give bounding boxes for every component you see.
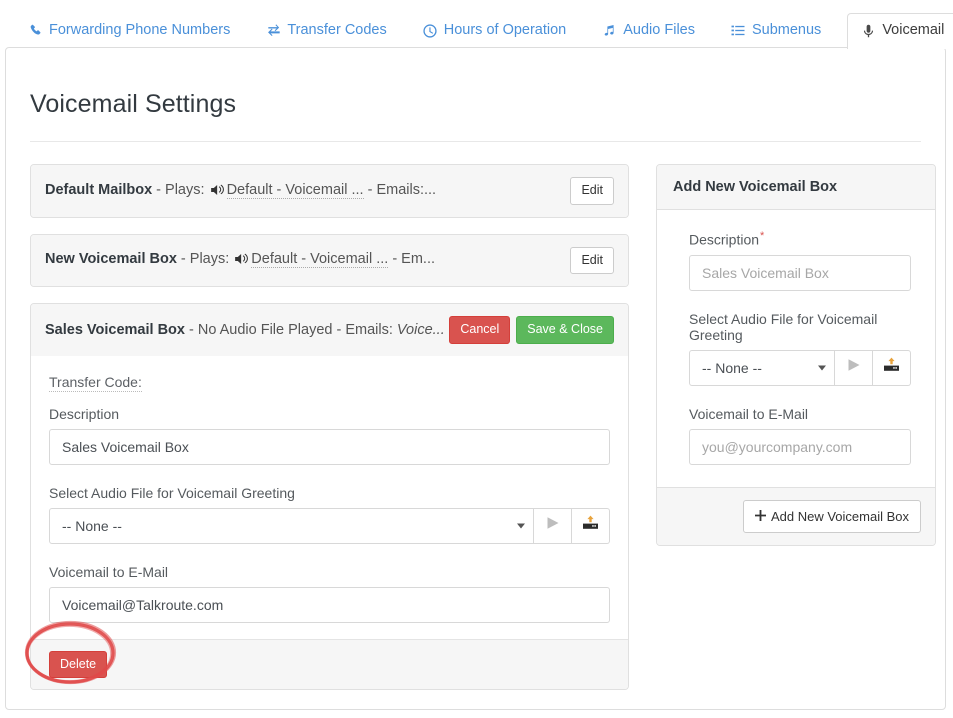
voicemail-box-plays-label: - Plays:: [176, 251, 234, 268]
panel-title: Add New Voicemail Box: [657, 165, 935, 210]
tab-voicemail[interactable]: Voicemail: [847, 13, 953, 49]
add-upload-audio-button[interactable]: [873, 349, 911, 386]
plus-icon: [754, 509, 766, 524]
audio-file-select[interactable]: -- None --: [49, 507, 534, 544]
tab-submenus[interactable]: Submenus: [717, 13, 835, 48]
microphone-icon: [861, 23, 876, 38]
voicemail-box-emails-label: - Emails:...: [363, 181, 437, 198]
page-title: Voicemail Settings: [30, 90, 237, 118]
transfer-code-label: Transfer Code:: [49, 373, 142, 392]
clock-icon: [423, 23, 438, 38]
add-description-input[interactable]: [689, 254, 911, 291]
voicemail-box-plays-value: Default - Voicemail ...: [251, 251, 389, 269]
voicemail-box-name: New Voicemail Box: [45, 251, 177, 268]
voicemail-box-list: Default Mailbox - Plays: Default - Voice…: [30, 164, 629, 706]
add-description-label: Description*: [689, 230, 911, 248]
tab-label: Audio Files: [623, 22, 695, 39]
voicemail-box-plays-value: Default - Voicemail ...: [226, 181, 364, 199]
tab-label: Submenus: [751, 22, 822, 39]
tab-transfer-codes[interactable]: Transfer Codes: [252, 13, 400, 48]
list-icon: [731, 23, 746, 38]
tab-audio-files[interactable]: Audio Files: [588, 13, 709, 48]
voicemail-box-summary: Sales Voicemail Box - No Audio File Play…: [45, 322, 445, 338]
add-voicemail-box-panel: Add New Voicemail Box Description* Selec…: [656, 164, 936, 546]
add-new-voicemail-box-button[interactable]: Add New Voicemail Box: [742, 499, 921, 533]
voicemail-box-row-expanded: Sales Voicemail Box - No Audio File Play…: [30, 303, 629, 690]
add-voicemail-email-input[interactable]: [689, 428, 911, 465]
voicemail-box-name: Sales Voicemail Box: [45, 321, 185, 338]
voicemail-box-summary: New Voicemail Box - Plays: Default - Voi…: [45, 251, 435, 269]
tab-label: Voicemail: [882, 22, 945, 39]
speaker-icon: [210, 184, 225, 200]
add-audio-file-controls: -- None --: [689, 349, 911, 386]
play-icon: [545, 516, 561, 535]
tab-hours-of-operation[interactable]: Hours of Operation: [409, 13, 581, 48]
exchange-icon: [266, 23, 281, 38]
description-input[interactable]: [49, 428, 610, 465]
edit-button[interactable]: Edit: [570, 177, 614, 205]
description-label: Description: [49, 405, 120, 422]
play-icon: [846, 358, 862, 377]
cancel-button[interactable]: Cancel: [449, 316, 511, 344]
voicemail-box-emails-label: - Emails:: [332, 321, 397, 338]
tab-label: Hours of Operation: [443, 22, 567, 39]
play-audio-button[interactable]: [534, 507, 572, 544]
voicemail-email-input[interactable]: [49, 586, 610, 623]
voicemail-box-header[interactable]: New Voicemail Box - Plays: Default - Voi…: [31, 234, 628, 286]
edit-button[interactable]: Edit: [570, 246, 614, 274]
add-voicemail-email-label: Voicemail to E-Mail: [689, 405, 809, 422]
delete-button[interactable]: Delete: [49, 650, 108, 678]
save-and-close-button[interactable]: Save & Close: [516, 316, 614, 344]
required-marker: *: [760, 230, 765, 242]
settings-content-card: Voicemail Settings Default Mailbox - Pla…: [5, 47, 946, 710]
tab-label: Forwarding Phone Numbers: [49, 22, 231, 39]
voicemail-box-edit-form: Transfer Code: Description Select Audio …: [31, 356, 628, 639]
upload-icon: [883, 357, 900, 378]
voicemail-box-name: Default Mailbox: [45, 181, 153, 198]
audio-file-controls: -- None --: [49, 507, 610, 544]
title-divider: [30, 141, 921, 142]
voicemail-box-plays-label: - No Audio File Played: [184, 321, 333, 338]
voicemail-box-emails-value: Voice...: [396, 321, 445, 338]
speaker-icon: [235, 253, 249, 269]
tab-forwarding-phone-numbers[interactable]: Forwarding Phone Numbers: [14, 13, 244, 48]
voicemail-email-label: Voicemail to E-Mail: [49, 563, 169, 580]
voicemail-box-footer: Delete: [31, 638, 628, 689]
panel-footer: Add New Voicemail Box: [657, 486, 935, 545]
add-description-label-text: Description: [689, 231, 760, 248]
add-audio-file-label: Select Audio File for Voicemail Greeting: [689, 310, 878, 343]
upload-audio-button[interactable]: [572, 507, 610, 544]
phone-icon: [28, 23, 43, 38]
voicemail-settings-page: Forwarding Phone Numbers Transfer Codes …: [0, 0, 953, 718]
voicemail-box-summary: Default Mailbox - Plays: Default - Voice…: [45, 181, 437, 200]
upload-icon: [582, 515, 599, 536]
add-button-label: Add New Voicemail Box: [770, 508, 909, 524]
voicemail-box-header[interactable]: Default Mailbox - Plays: Default - Voice…: [31, 165, 628, 217]
voicemail-box-row: Default Mailbox - Plays: Default - Voice…: [30, 164, 629, 218]
add-audio-file-select[interactable]: -- None --: [689, 349, 835, 386]
settings-tab-bar: Forwarding Phone Numbers Transfer Codes …: [0, 0, 953, 49]
voicemail-box-emails-label: - Em...: [388, 251, 436, 268]
voicemail-box-row: New Voicemail Box - Plays: Default - Voi…: [30, 233, 629, 287]
music-note-icon: [602, 23, 617, 38]
voicemail-box-header[interactable]: Sales Voicemail Box - No Audio File Play…: [31, 304, 628, 356]
tab-label: Transfer Codes: [287, 22, 387, 39]
voicemail-box-plays-label: - Plays:: [152, 181, 209, 198]
add-play-audio-button[interactable]: [835, 349, 873, 386]
audio-file-label: Select Audio File for Voicemail Greeting: [49, 484, 295, 501]
